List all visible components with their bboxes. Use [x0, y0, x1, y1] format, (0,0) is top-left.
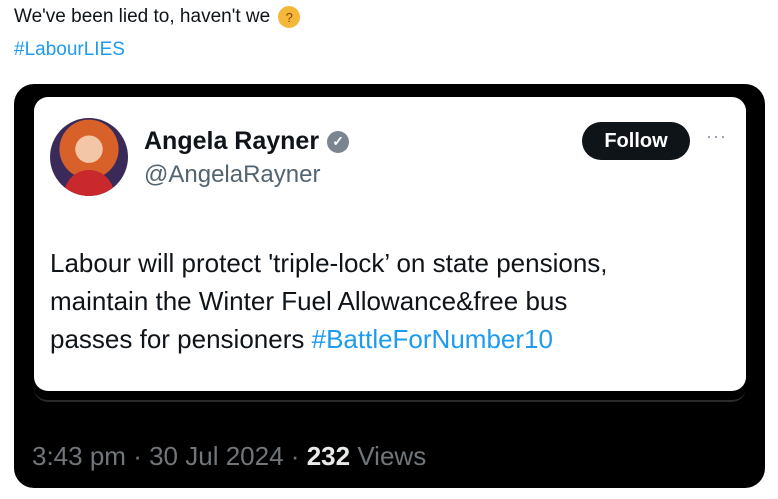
tweet-text-line: maintain the Winter Fuel Allowance&free … [50, 286, 568, 316]
caption-text: We've been lied to, haven't we [14, 6, 271, 27]
meta-separator: · [290, 441, 300, 471]
tweet-text-segment: passes for pensioners [50, 324, 305, 354]
tweet-hashtag-link[interactable]: #BattleForNumber10 [312, 324, 553, 354]
tweet-meta: 3:43 pm · 30 Jul 2024 · 232 Views [32, 441, 426, 472]
post-caption: We've been lied to, haven't we ? [14, 6, 301, 28]
tweet-text-line: passes for pensioners #BattleForNumber10 [50, 320, 730, 358]
avatar[interactable] [50, 118, 128, 196]
tweet-date[interactable]: 30 Jul 2024 [149, 441, 283, 471]
author-handle[interactable]: @AngelaRayner [144, 161, 320, 189]
follow-button[interactable]: Follow [582, 122, 690, 160]
tweet-screenshot-media[interactable]: Angela Rayner ✓ @AngelaRayner Follow ···… [14, 84, 765, 488]
views-count: 232 [306, 441, 351, 471]
tweet-time[interactable]: 3:43 pm [32, 441, 126, 471]
meta-separator: · [133, 441, 142, 471]
tweet-text-line: Labour will protect 'triple-lock’ on sta… [50, 248, 608, 278]
tweet-text: Labour will protect 'triple-lock’ on sta… [50, 244, 730, 358]
author-name[interactable]: Angela Rayner ✓ [144, 127, 350, 156]
hashtag-link[interactable]: #LabourLIES [14, 39, 125, 61]
more-options-icon[interactable]: ··· [706, 126, 727, 147]
views-label: Views [357, 441, 427, 471]
verified-badge-icon: ✓ [327, 130, 350, 153]
avatar-body [64, 170, 114, 196]
embedded-tweet-card: Angela Rayner ✓ @AngelaRayner Follow ···… [34, 97, 746, 391]
author-name-text: Angela Rayner [144, 127, 320, 155]
thinking-face-icon: ? [278, 6, 301, 28]
card-edge [34, 386, 746, 402]
